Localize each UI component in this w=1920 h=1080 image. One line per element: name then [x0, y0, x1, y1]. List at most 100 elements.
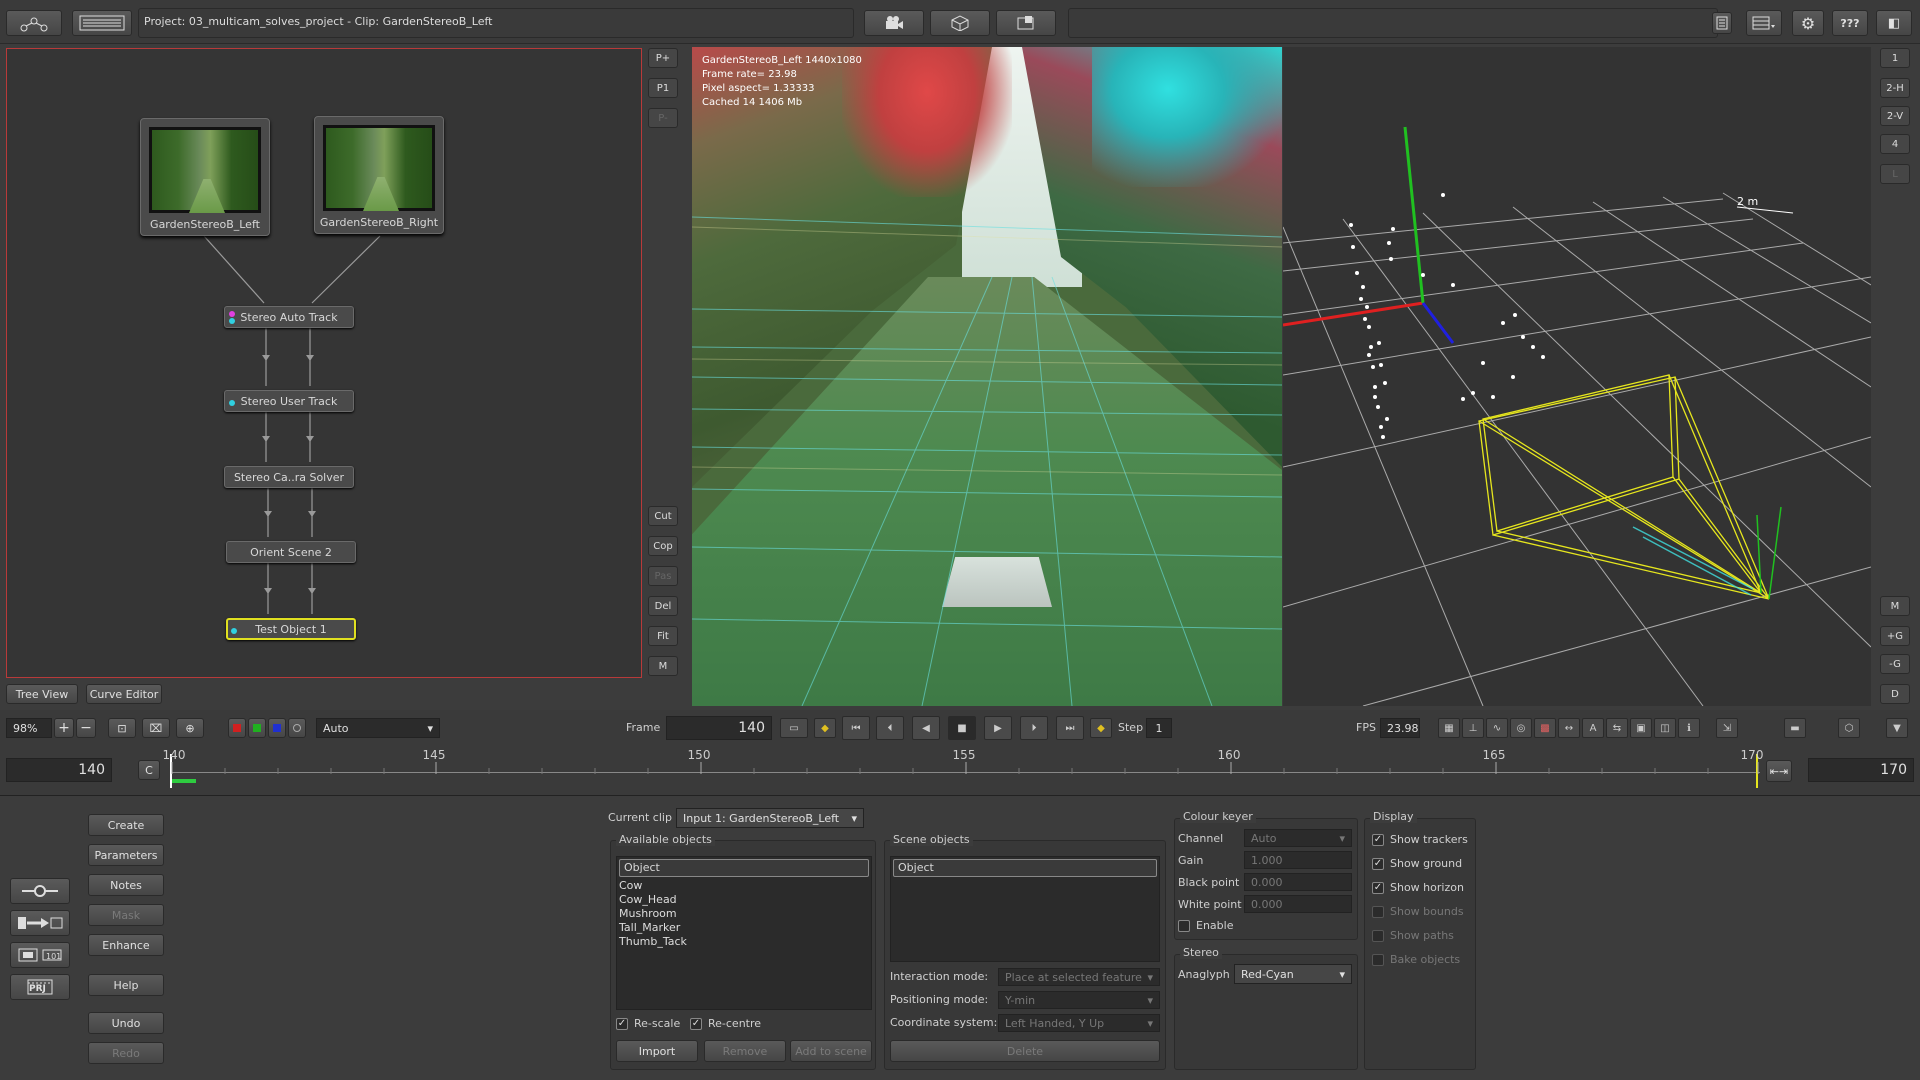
enhance-button[interactable]: Enhance: [88, 934, 164, 956]
create-button[interactable]: Create: [88, 814, 164, 836]
play-reverse-button[interactable]: ◀: [912, 716, 940, 740]
p1-button[interactable]: P1: [648, 78, 678, 98]
scene-objects-list[interactable]: Object: [890, 856, 1160, 962]
node-test-object[interactable]: Test Object 1: [226, 618, 356, 640]
prev-key-button[interactable]: ◆: [814, 718, 836, 738]
available-objects-list[interactable]: Object Cow Cow_Head Mushroom Tall_Marker…: [616, 856, 872, 1010]
enable-checkbox[interactable]: [1178, 920, 1190, 932]
copy-button[interactable]: Cop: [648, 536, 678, 556]
remove-point-button[interactable]: P-: [648, 108, 678, 128]
list-header[interactable]: Object: [619, 859, 869, 877]
alpha-channel-button[interactable]: [288, 718, 306, 738]
positioning-mode-select[interactable]: Y-min ▾: [998, 991, 1160, 1009]
zoom-in-button[interactable]: +: [54, 718, 74, 738]
parameters-button[interactable]: Parameters: [88, 844, 164, 866]
interaction-mode-select[interactable]: Place at selected feature ▾: [998, 968, 1160, 986]
import-button[interactable]: Import: [616, 1040, 698, 1062]
display-mode-select[interactable]: Auto ▾: [316, 718, 440, 738]
clip-node-right[interactable]: GardenStereoB_Right: [314, 116, 444, 234]
target-toggle-icon[interactable]: ◎: [1510, 718, 1532, 738]
menu-button[interactable]: M: [648, 656, 678, 676]
delete-node-button[interactable]: Del: [648, 596, 678, 616]
curve-toggle-icon[interactable]: ∿: [1486, 718, 1508, 738]
fps-field[interactable]: 23.98: [1380, 718, 1420, 738]
import-toggle-icon[interactable]: ⇲: [1716, 718, 1738, 738]
notes-panel-button[interactable]: [1712, 12, 1732, 34]
add-point-button[interactable]: P+: [648, 48, 678, 68]
grid-minus-button[interactable]: -G: [1880, 654, 1910, 674]
red-channel-button[interactable]: [228, 718, 246, 738]
current-clip-select[interactable]: Input 1: GardenStereoB_Left ▾: [676, 808, 864, 828]
black-point-field[interactable]: 0.000: [1244, 873, 1352, 891]
layout-4-button[interactable]: 4: [1880, 134, 1910, 154]
clear-range-button[interactable]: C: [138, 760, 160, 780]
list-item[interactable]: Thumb_Tack: [617, 935, 871, 949]
split-toggle-icon[interactable]: ◫: [1654, 718, 1676, 738]
monitor-button[interactable]: ▭: [780, 718, 808, 738]
anaglyph-select[interactable]: Red-Cyan ▾: [1234, 964, 1352, 984]
list-item[interactable]: Cow: [617, 879, 871, 893]
cut-button[interactable]: Cut: [648, 506, 678, 526]
forward-end-button[interactable]: ⏭: [1056, 716, 1084, 740]
minus-bar-icon[interactable]: ▬: [1784, 718, 1806, 738]
export-tool-button[interactable]: [10, 910, 70, 936]
info-toggle-icon[interactable]: ℹ: [1678, 718, 1700, 738]
white-point-field[interactable]: 0.000: [1244, 895, 1352, 913]
coordinate-system-select[interactable]: Left Handed, Y Up ▾: [998, 1014, 1160, 1032]
mask-button[interactable]: Mask: [88, 904, 164, 926]
measure-toggle-icon[interactable]: ↔: [1558, 718, 1580, 738]
step-field[interactable]: 1: [1146, 718, 1172, 738]
grid-plus-button[interactable]: +G: [1880, 626, 1910, 646]
fit-range-button[interactable]: ⇤⇥: [1766, 760, 1792, 782]
show-ground-checkbox[interactable]: ✓: [1372, 858, 1384, 870]
3d-view-button[interactable]: [930, 10, 990, 36]
sync-toggle-icon[interactable]: ⇆: [1606, 718, 1628, 738]
layout-2h-button[interactable]: 2-H: [1880, 78, 1910, 98]
frame-field[interactable]: 140: [666, 716, 772, 740]
undo-button[interactable]: Undo: [88, 1012, 164, 1034]
node-orient-scene[interactable]: Orient Scene 2: [226, 541, 356, 563]
fit-view-button[interactable]: ⊡: [108, 718, 136, 738]
tab-tree-view[interactable]: Tree View: [6, 684, 78, 704]
node-graph-button[interactable]: [6, 10, 62, 36]
delete-button[interactable]: Delete: [890, 1040, 1160, 1062]
slider-tool-button[interactable]: [10, 878, 70, 904]
object-toggle-icon[interactable]: ⬡: [1838, 718, 1860, 738]
show-trackers-checkbox[interactable]: ✓: [1372, 834, 1384, 846]
zoom-out-button[interactable]: −: [76, 718, 96, 738]
blue-channel-button[interactable]: [268, 718, 286, 738]
green-channel-button[interactable]: [248, 718, 266, 738]
camera-view-button[interactable]: [864, 10, 924, 36]
text-toggle-icon[interactable]: A: [1582, 718, 1604, 738]
axis-toggle-icon[interactable]: ⊥: [1462, 718, 1484, 738]
grid-toggle-icon[interactable]: ▦: [1438, 718, 1460, 738]
stop-button[interactable]: ■: [948, 716, 976, 740]
sidebar-toggle-button[interactable]: ◧: [1876, 10, 1912, 36]
layout-l-button[interactable]: L: [1880, 164, 1910, 184]
lock-view-button[interactable]: ⊕: [176, 718, 204, 738]
gain-field[interactable]: 1.000: [1244, 851, 1352, 869]
node-stereo-camera-solver[interactable]: Stereo Ca..ra Solver: [224, 466, 354, 488]
view-d-button[interactable]: D: [1880, 684, 1910, 704]
3d-view[interactable]: 2 m: [1283, 47, 1871, 706]
step-back-button[interactable]: ⏴: [876, 716, 904, 740]
node-stereo-auto-track[interactable]: Stereo Auto Track: [224, 306, 354, 328]
preferences-button[interactable]: ⚙: [1792, 10, 1824, 36]
step-forward-button[interactable]: ⏵: [1020, 716, 1048, 740]
paste-button[interactable]: Pas: [648, 566, 678, 586]
list-item[interactable]: Cow_Head: [617, 893, 871, 907]
redo-button[interactable]: Redo: [88, 1042, 164, 1064]
show-horizon-checkbox[interactable]: ✓: [1372, 882, 1384, 894]
next-key-button[interactable]: ◆: [1090, 718, 1112, 738]
remove-button[interactable]: Remove: [704, 1040, 786, 1062]
rescale-checkbox[interactable]: ✓: [616, 1018, 628, 1030]
clip-node-left[interactable]: GardenStereoB_Left: [140, 118, 270, 236]
frame-toggle-icon[interactable]: ▣: [1630, 718, 1652, 738]
dropdown-arrow-icon[interactable]: ▼: [1886, 718, 1908, 738]
list-item[interactable]: Tall_Marker: [617, 921, 871, 935]
recentre-checkbox[interactable]: ✓: [690, 1018, 702, 1030]
play-button[interactable]: ▶: [984, 716, 1012, 740]
color-toggle-icon[interactable]: ▩: [1534, 718, 1556, 738]
layout-1-button[interactable]: 1: [1880, 48, 1910, 68]
sequence-tool-button[interactable]: 101: [10, 942, 70, 968]
